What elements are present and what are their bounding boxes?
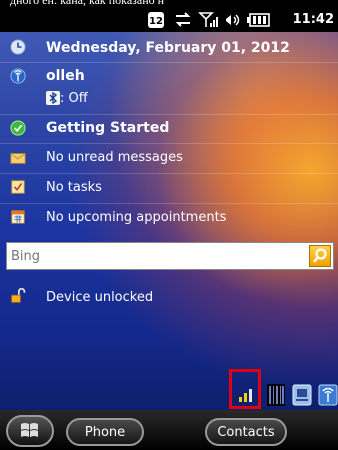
tasks-label: No tasks — [46, 180, 102, 195]
notification-icon: 12 — [148, 12, 164, 28]
contacts-softkey[interactable]: Contacts — [205, 418, 287, 446]
notification-badge[interactable]: 12 — [147, 11, 165, 29]
operator-name: olleh — [46, 68, 85, 84]
caption-strip: дного ен: кана, как показано н — [0, 0, 338, 8]
status-bar[interactable]: 12 11:42 — [0, 8, 338, 32]
getting-started-row[interactable]: Getting Started — [0, 116, 338, 142]
notification-tray — [0, 378, 338, 410]
divider — [0, 203, 338, 204]
volume-icon[interactable] — [223, 11, 243, 29]
messages-label: No unread messages — [46, 150, 183, 165]
date-text: Wednesday, February 01, 2012 — [46, 40, 290, 56]
bluetooth-icon — [46, 91, 60, 105]
home-screen: дного ен: кана, как показано н 12 11:42 … — [0, 0, 338, 450]
unlocked-icon — [11, 288, 26, 303]
search-input[interactable] — [11, 246, 301, 266]
start-button[interactable] — [6, 415, 54, 447]
phone-softkey[interactable]: Phone — [66, 418, 144, 446]
notification-count: 12 — [149, 16, 163, 27]
divider — [0, 114, 338, 115]
divider — [0, 143, 338, 144]
operator-row[interactable]: olleh : Off — [0, 64, 338, 114]
getting-started-icon — [10, 120, 26, 136]
wifi-icon[interactable] — [318, 384, 338, 406]
sync-icon[interactable] — [292, 384, 312, 406]
soft-key-bar: Phone Contacts — [0, 410, 338, 450]
device-lock-label: Device unlocked — [46, 290, 154, 305]
data-connection-icon[interactable] — [173, 11, 193, 29]
divider — [0, 62, 338, 63]
highlight-box — [229, 369, 261, 409]
messages-row[interactable]: No unread messages — [0, 145, 338, 172]
caption-text: дного ен: кана, как показано н — [10, 0, 165, 7]
clock[interactable]: 11:42 — [293, 11, 334, 29]
barcode-icon[interactable] — [267, 384, 285, 406]
search-button[interactable] — [309, 245, 331, 267]
windows-logo-icon — [21, 423, 38, 437]
appointments-row[interactable]: No upcoming appointments — [0, 205, 338, 232]
tasks-icon — [11, 180, 25, 194]
wireless-icon — [10, 68, 26, 84]
getting-started-label: Getting Started — [46, 120, 170, 136]
battery-icon[interactable] — [247, 11, 271, 29]
search-icon — [312, 248, 327, 263]
envelope-icon — [10, 153, 26, 164]
signal-strength-icon[interactable] — [198, 11, 220, 29]
date-row[interactable]: Wednesday, February 01, 2012 — [0, 36, 338, 60]
calendar-icon — [11, 210, 25, 224]
tasks-row[interactable]: No tasks — [0, 175, 338, 202]
clock-icon — [10, 39, 26, 55]
search-box[interactable] — [6, 242, 334, 270]
bluetooth-status: : Off — [60, 91, 88, 106]
device-lock-row[interactable]: Device unlocked — [0, 286, 338, 312]
appointments-label: No upcoming appointments — [46, 210, 227, 225]
divider — [0, 173, 338, 174]
